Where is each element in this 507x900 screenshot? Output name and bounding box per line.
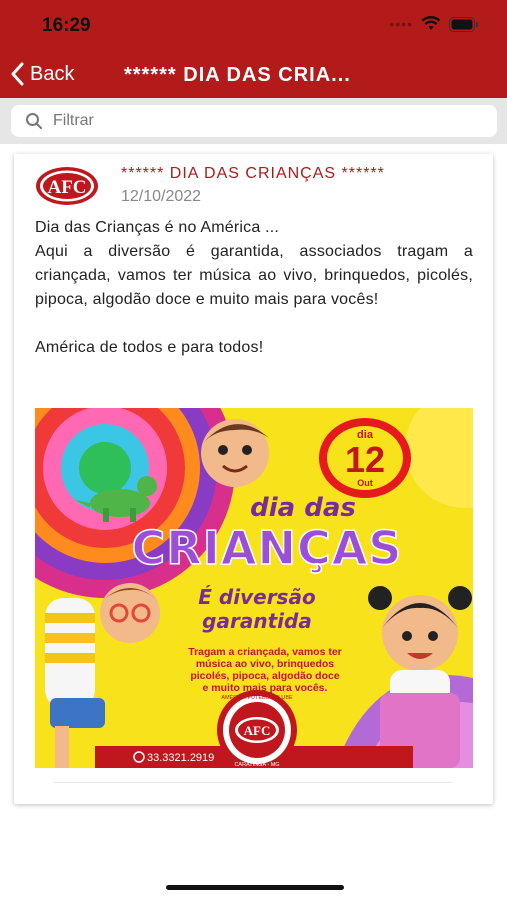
status-time: 16:29 [42, 15, 91, 36]
search-icon [25, 112, 43, 130]
home-indicator[interactable] [166, 885, 344, 890]
search-bar-container [0, 98, 507, 144]
card-separator [54, 782, 452, 783]
club-seal: AFC AMÉRICA FUTEBOL CLUBE CARATINGA - MG [217, 690, 297, 768]
poster-heading-big: CRIANÇAS [132, 521, 403, 575]
boy-face-illustration [201, 419, 269, 487]
svg-text:AMÉRICA FUTEBOL CLUBE: AMÉRICA FUTEBOL CLUBE [221, 694, 293, 701]
svg-text:12: 12 [345, 439, 385, 480]
poster-description-line: música ao vivo, brinquedos [196, 658, 334, 670]
poster-phone: 33.3321.2919 [147, 752, 214, 764]
chevron-left-icon [11, 62, 24, 86]
post-paragraph: Dia das Crianças é no América ... [35, 219, 280, 236]
back-label: Back [30, 62, 75, 85]
svg-text:Out: Out [357, 478, 373, 488]
post-date: 12/10/2022 [121, 188, 202, 205]
signal-dots-icon: •••• [389, 16, 413, 32]
svg-text:AFC: AFC [47, 177, 86, 198]
page-title: ****** DIA DAS CRIA... [124, 64, 351, 86]
search-input[interactable] [51, 111, 455, 131]
svg-text:AFC: AFC [244, 723, 271, 738]
svg-text:CARATINGA - MG: CARATINGA - MG [234, 762, 279, 768]
post-title: ****** DIA DAS CRIANÇAS ****** [121, 165, 385, 182]
navigation-bar: Back ****** DIA DAS CRIA... [0, 50, 507, 98]
post-image[interactable]: dia 12 Out dia das CRIANÇAS É diversão g… [35, 408, 473, 768]
poster-tagline-1: É diversão [198, 585, 316, 609]
post-paragraph: América de todos e para todos! [35, 339, 264, 356]
poster-heading-small: dia das [250, 493, 356, 523]
poster-description-line: Tragam a criançada, vamos ter [188, 646, 342, 658]
date-badge: dia 12 Out [319, 418, 411, 498]
club-logo: AFC [35, 166, 99, 211]
search-field[interactable] [11, 105, 497, 137]
post-paragraph: Aqui a diversão é garantida, associados … [35, 243, 473, 308]
battery-icon [449, 16, 478, 32]
back-button[interactable]: Back [10, 62, 74, 86]
status-icons: •••• [389, 16, 479, 32]
wifi-icon [421, 16, 441, 30]
post-card: AFC ****** DIA DAS CRIANÇAS ****** 12/10… [14, 154, 493, 804]
post-body: Dia das Crianças é no América ... Aqui a… [35, 216, 473, 360]
status-bar: 16:29 •••• [0, 0, 507, 50]
poster-tagline-2: garantida [202, 609, 312, 633]
poster-description-line: picolés, pipoca, algodão doce [190, 670, 340, 682]
